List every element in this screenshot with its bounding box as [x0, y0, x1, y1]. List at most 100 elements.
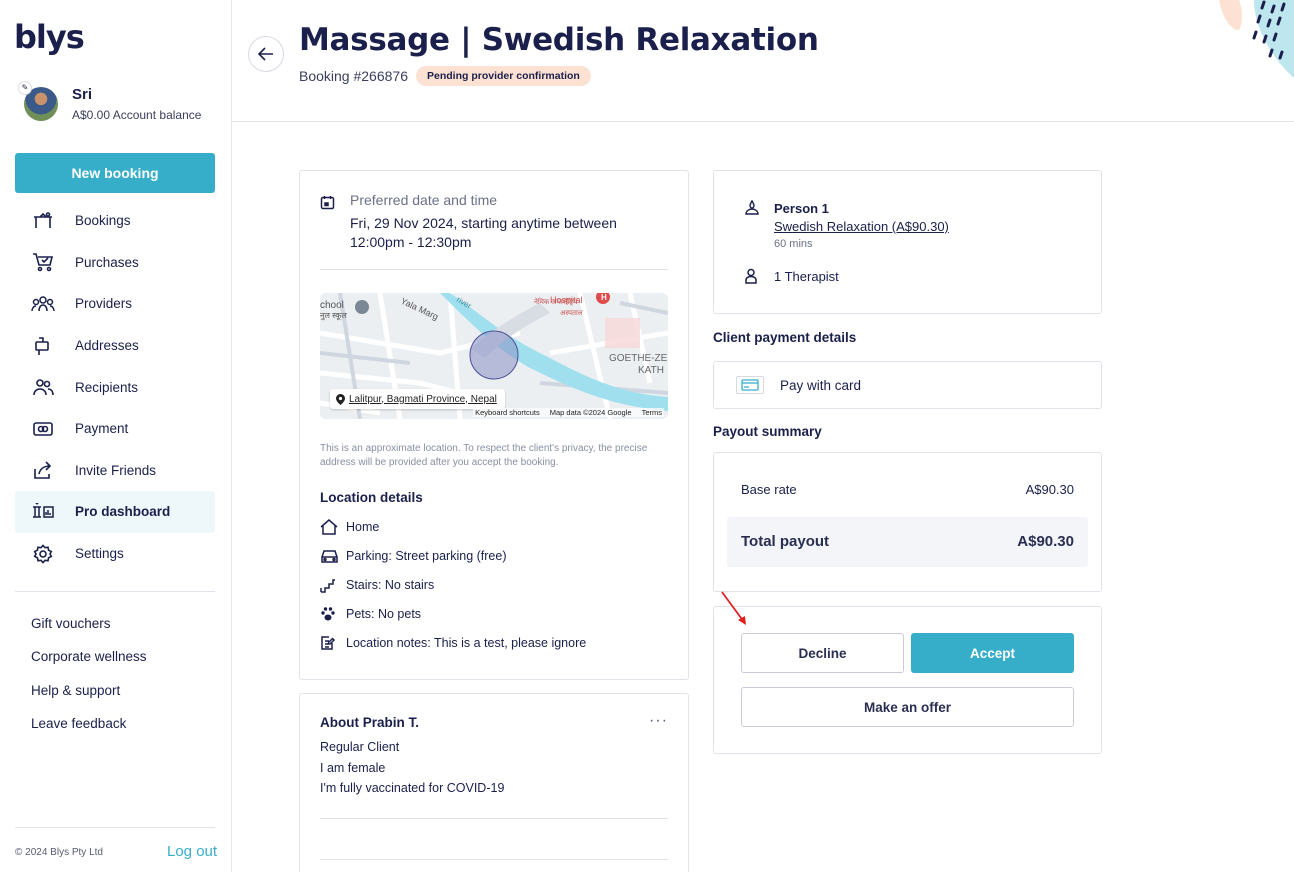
payout-summary-heading: Payout summary: [713, 424, 822, 439]
booking-number: Booking #266876: [299, 68, 408, 84]
booking-actions-card: Decline Accept Make an offer: [713, 606, 1102, 754]
arrow-left-icon: [258, 47, 273, 61]
sidebar-item-recipients[interactable]: Recipients: [15, 366, 215, 408]
location-details-heading: Location details: [320, 490, 423, 505]
service-card: Person 1 Swedish Relaxation (A$90.30) 60…: [713, 170, 1102, 314]
list-item: I'm fully vaccinated for COVID-19: [320, 781, 505, 795]
location-item-text: Location notes: This is a test, please i…: [346, 635, 587, 650]
map-label: नेमिक अन्तर्राष्ट्रिय: [534, 297, 578, 306]
more-options-icon[interactable]: ···: [649, 712, 668, 730]
sidebar-item-label: Addresses: [75, 338, 139, 354]
avatar[interactable]: ✎: [18, 81, 58, 121]
sidebar: blys ✎ Sri A$0.00 Account balance New bo…: [0, 0, 232, 872]
massage-oil-icon: [744, 199, 760, 221]
accept-button[interactable]: Accept: [911, 633, 1074, 673]
edit-avatar-icon[interactable]: ✎: [18, 81, 32, 95]
therapist-icon: [744, 268, 758, 289]
sidebar-item-label: Bookings: [75, 213, 131, 229]
list-item: Pets: No pets: [320, 599, 586, 628]
gift-vouchers-link[interactable]: Gift vouchers: [31, 616, 147, 649]
cart-icon: [31, 252, 55, 272]
list-item: Home: [320, 512, 586, 541]
sidebar-item-purchases[interactable]: Purchases: [15, 242, 215, 284]
page-title: Massage | Swedish Relaxation: [299, 22, 819, 58]
corporate-wellness-link[interactable]: Corporate wellness: [31, 649, 147, 682]
location-details-list: Home Parking: Street parking (free) Stai…: [320, 512, 586, 657]
leave-feedback-link[interactable]: Leave feedback: [31, 716, 147, 749]
sidebar-item-providers[interactable]: Providers: [15, 283, 215, 325]
preferred-time-label: Preferred date and time: [350, 192, 498, 208]
massage-table-icon: [31, 211, 55, 231]
payout-summary-card: Base rate A$90.30 Total payout A$90.30: [713, 452, 1102, 592]
base-rate-label: Base rate: [741, 482, 797, 497]
location-item-text: Stairs: No stairs: [346, 577, 435, 592]
home-icon: [320, 518, 340, 536]
location-pin-icon: [336, 393, 345, 405]
share-icon: [31, 460, 55, 480]
calendar-icon: [320, 195, 335, 215]
sidebar-item-pro-dashboard[interactable]: Pro dashboard: [15, 491, 215, 533]
list-item: Regular Client: [320, 740, 400, 754]
credit-card-icon: [736, 376, 764, 394]
car-icon: [320, 547, 340, 565]
sidebar-item-invite-friends[interactable]: Invite Friends: [15, 450, 215, 492]
list-item: Location notes: This is a test, please i…: [320, 628, 586, 657]
users-icon: [31, 377, 55, 397]
location-item-text: Home: [346, 519, 380, 534]
booking-details-card: Preferred date and time Fri, 29 Nov 2024…: [299, 170, 689, 680]
gear-icon: [31, 543, 55, 564]
privacy-note: This is an approximate location. To resp…: [320, 443, 648, 468]
base-rate-value: A$90.30: [1025, 482, 1074, 497]
list-item: I am female: [320, 760, 386, 775]
treatment-link[interactable]: Swedish Relaxation (A$90.30): [774, 219, 949, 234]
payment-method-card[interactable]: Pay with card: [713, 361, 1102, 409]
map-address: Lalitpur, Bagmati Province, Nepal: [349, 393, 497, 405]
map-label: chool: [320, 300, 344, 311]
decline-button[interactable]: Decline: [741, 633, 904, 673]
new-booking-button[interactable]: New booking: [15, 153, 215, 193]
logout-link[interactable]: Log out: [167, 843, 217, 860]
payment-method-text: Pay with card: [780, 377, 862, 393]
terms-link[interactable]: Terms: [642, 408, 662, 417]
stairs-icon: [320, 576, 340, 594]
list-item: Stairs: No stairs: [320, 570, 586, 599]
decorative-pattern: [1104, 0, 1294, 80]
dashboard-icon: [31, 502, 55, 522]
providers-icon: [31, 294, 55, 314]
about-client-list: Regular Client I am female I'm fully vac…: [320, 740, 504, 802]
sidebar-item-addresses[interactable]: Addresses: [15, 325, 215, 367]
location-item-text: Parking: Street parking (free): [346, 548, 507, 563]
divider: [320, 818, 668, 819]
sidebar-item-payment[interactable]: Payment: [15, 408, 215, 450]
blys-logo[interactable]: blys: [14, 18, 85, 56]
payment-icon: [31, 419, 55, 439]
help-support-link[interactable]: Help & support: [31, 683, 147, 716]
keyboard-shortcuts-link[interactable]: Keyboard shortcuts: [475, 408, 540, 417]
back-button[interactable]: [248, 36, 284, 72]
preferred-time-value: Fri, 29 Nov 2024, starting anytime betwe…: [350, 215, 617, 250]
sidebar-divider: [15, 591, 215, 592]
sidebar-nav: Bookings Purchases Providers Addresses R…: [15, 200, 215, 574]
sidebar-item-label: Settings: [75, 546, 124, 562]
sidebar-item-label: Recipients: [75, 379, 139, 395]
map-data-credit: Map data ©2024 Google: [549, 408, 632, 417]
approximate-location-map[interactable]: H chool नुल स्कूल Yala Marg river Hospit…: [320, 293, 668, 419]
sidebar-item-label: Pro dashboard: [75, 504, 171, 520]
person-label: Person 1: [774, 201, 829, 216]
map-label: अस्पताल: [560, 310, 583, 317]
client-about-card: About Prabin T. ··· Regular Client I am …: [299, 693, 689, 872]
footer-divider: [15, 827, 215, 828]
map-address-chip[interactable]: Lalitpur, Bagmati Province, Nepal: [330, 389, 505, 409]
make-offer-button[interactable]: Make an offer: [741, 687, 1074, 727]
total-payout-value: A$90.30: [1017, 533, 1074, 550]
total-payout-label: Total payout: [741, 533, 830, 550]
map-label: KATH: [638, 365, 664, 376]
sidebar-item-settings[interactable]: Settings: [15, 533, 215, 575]
mailbox-icon: [31, 336, 55, 356]
sidebar-links: Gift vouchers Corporate wellness Help & …: [31, 616, 147, 749]
map-label: GOETHE-ZE: [609, 353, 668, 364]
sidebar-item-bookings[interactable]: Bookings: [15, 200, 215, 242]
copyright: © 2024 Blys Pty Ltd: [15, 847, 103, 858]
treatment-duration: 60 mins: [774, 238, 813, 250]
client-payment-heading: Client payment details: [713, 330, 857, 345]
